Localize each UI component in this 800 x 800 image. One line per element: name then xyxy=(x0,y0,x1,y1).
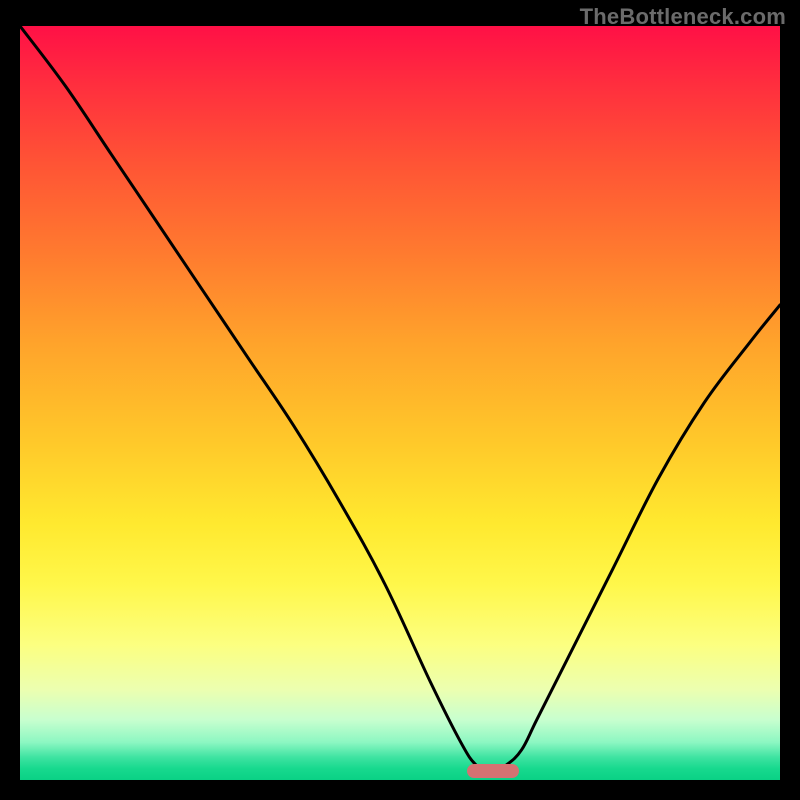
curve-svg xyxy=(20,26,780,780)
plot-area xyxy=(20,26,780,780)
chart-frame: TheBottleneck.com xyxy=(0,0,800,800)
bottleneck-curve-path xyxy=(20,26,780,773)
optimum-marker xyxy=(467,764,519,778)
watermark-text: TheBottleneck.com xyxy=(580,4,786,30)
